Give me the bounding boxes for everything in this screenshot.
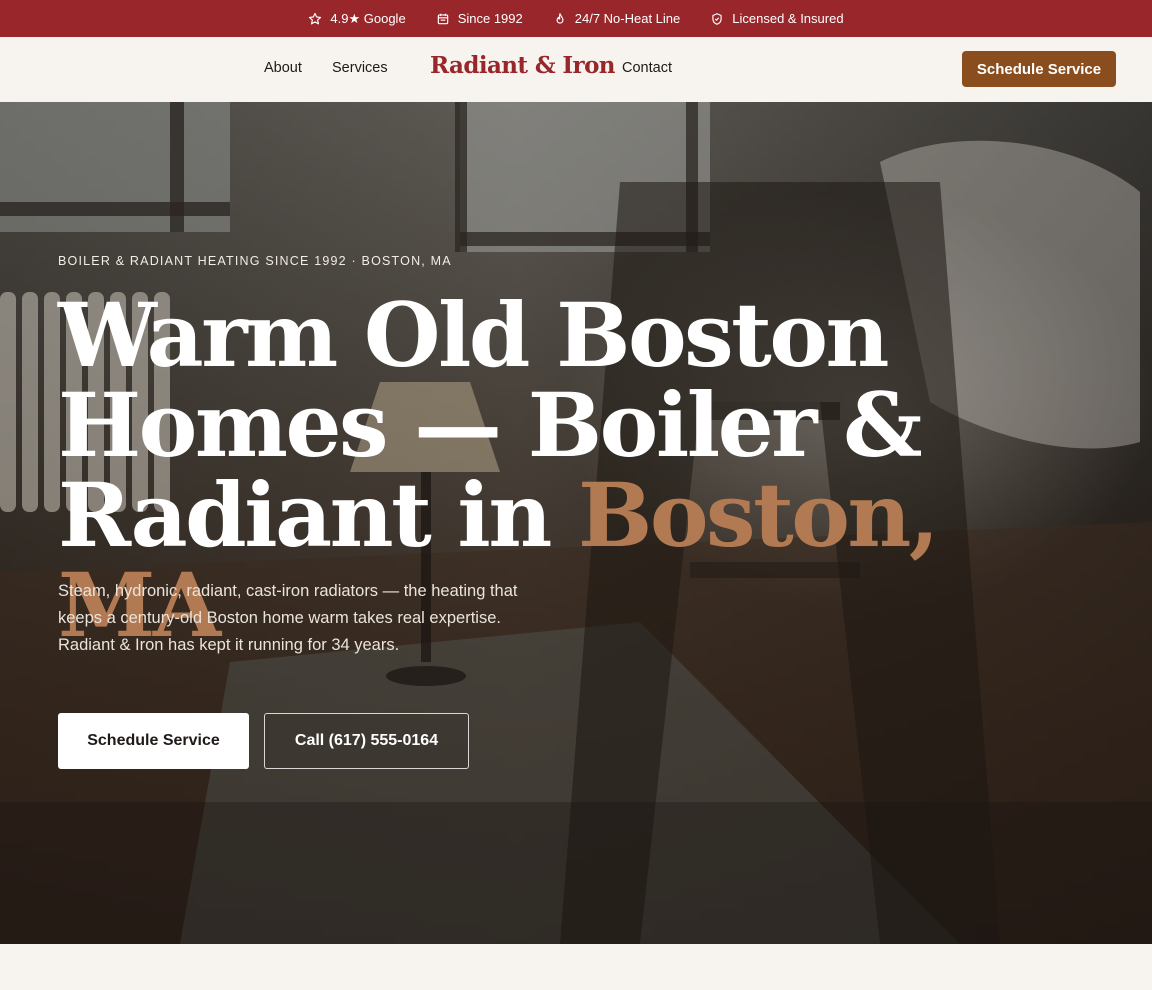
hero-schedule-service-button[interactable]: Schedule Service	[58, 713, 249, 769]
since-item: Since 1992	[436, 11, 523, 26]
licensed-label: Licensed & Insured	[732, 11, 844, 26]
hero-eyebrow: BOILER & RADIANT HEATING SINCE 1992 · BO…	[58, 254, 452, 268]
no-heat-line-item: 24/7 No-Heat Line	[553, 11, 681, 26]
flame-icon	[556, 12, 564, 24]
announcement-bar: 4.9★ Google Since 1992 24/7 No-Heat Line…	[0, 0, 1152, 37]
nav-link-about[interactable]: About	[264, 60, 302, 76]
since-label: Since 1992	[457, 11, 523, 26]
nav-link-contact[interactable]: Contact	[622, 60, 672, 76]
calendar-icon	[437, 13, 448, 24]
hero-call-button[interactable]: Call (617) 555-0164	[264, 713, 469, 769]
rating-item: 4.9★ Google	[308, 10, 406, 27]
no-heat-line-label: 24/7 No-Heat Line	[574, 11, 681, 26]
nav-link-services[interactable]: Services	[332, 60, 388, 76]
licensed-item: Licensed & Insured	[710, 11, 844, 26]
main-nav: About Services Radiant & Iron Contact Sc…	[0, 37, 1152, 102]
star-icon	[309, 12, 322, 24]
next-section	[0, 944, 1152, 990]
shield-icon	[712, 12, 722, 25]
rating-label: 4.9★ Google	[330, 10, 406, 26]
site-logo[interactable]: Radiant & Iron	[430, 52, 616, 79]
hero-section: BOILER & RADIANT HEATING SINCE 1992 · BO…	[0, 102, 1152, 944]
hero-subtext: Steam, hydronic, radiant, cast-iron radi…	[58, 582, 518, 654]
schedule-service-button[interactable]: Schedule Service	[962, 51, 1116, 87]
